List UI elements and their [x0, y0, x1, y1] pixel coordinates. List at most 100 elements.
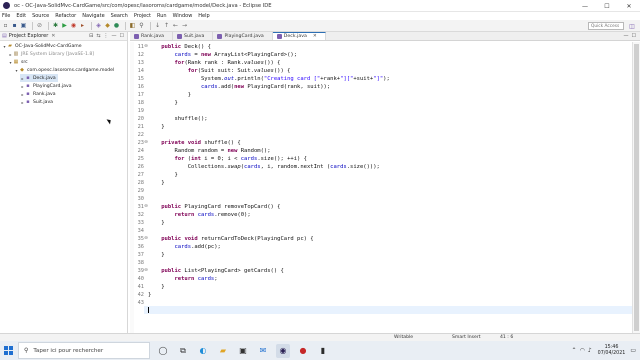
menu-window[interactable]: Window [173, 13, 193, 19]
code-line[interactable]: } [148, 219, 164, 227]
menu-edit[interactable]: Edit [16, 13, 26, 19]
tab-playingcard-java[interactable]: PlayingCard.java [213, 32, 273, 40]
save-all-icon[interactable]: ▣ [20, 22, 27, 29]
tab-deck-java[interactable]: Deck.java ✕ [272, 32, 326, 40]
scrollbar-thumb[interactable] [634, 44, 639, 331]
status-insert-mode[interactable]: Smart Insert [452, 335, 481, 340]
open-type-icon[interactable]: ◧ [129, 22, 136, 29]
project-explorer-title[interactable]: Project Explorer [9, 33, 49, 39]
mail-icon[interactable]: ✉ [256, 344, 270, 358]
code-line[interactable]: } [148, 283, 164, 291]
cortana-icon[interactable]: ◯ [156, 344, 170, 358]
code-area[interactable]: 11 ⊖ public Deck() {12 cards = new ArrayL… [130, 42, 632, 333]
taskbar-clock[interactable]: 15:46 07/04/2021 [598, 345, 626, 357]
code-line[interactable]: public void returnCardToDeck(PlayingCard… [148, 235, 313, 243]
skip-breakpoints-icon[interactable]: ⊘ [36, 22, 43, 29]
minimize-editor-icon[interactable]: — [624, 33, 629, 39]
notifications-icon[interactable]: ▭ [630, 347, 636, 354]
code-line[interactable]: cards.add(new PlayingCard(rank, suit)); [148, 83, 330, 91]
close-button[interactable]: ✕ [618, 0, 640, 12]
menu-run[interactable]: Run [157, 13, 167, 19]
code-line[interactable]: } [148, 251, 164, 259]
tree-item-playingcard-java[interactable]: ▸ ▪ PlayingCard.java [20, 82, 71, 90]
menu-source[interactable]: Source [32, 13, 49, 19]
task-view-icon[interactable]: ⧉ [176, 344, 190, 358]
coverage-icon[interactable]: ◉ [70, 22, 77, 29]
store-icon[interactable]: ▣ [236, 344, 250, 358]
menu-refactor[interactable]: Refactor [55, 13, 76, 19]
new-class-icon[interactable]: ● [113, 22, 120, 29]
quick-access-field[interactable]: Quick Access [588, 22, 624, 30]
code-line[interactable]: cards = new ArrayList<PlayingCard>(); [148, 51, 298, 59]
close-tab-icon[interactable]: ✕ [313, 34, 317, 39]
tree-item-project[interactable]: ▾ ▰ OC-Java-SolidMvc-CardGame [2, 42, 81, 50]
editor-scrollbar[interactable] [632, 42, 640, 333]
minimize-button[interactable]: — [574, 0, 596, 12]
code-line[interactable]: public PlayingCard removeTopCard() { [148, 203, 280, 211]
network-icon[interactable]: ◠ [580, 347, 585, 354]
view-menu-icon[interactable]: ⋮ [104, 33, 109, 39]
code-line[interactable]: for (int i = 0; i < cards.size(); ++i) { [148, 155, 307, 163]
taskbar-search-box[interactable]: ⚲ Taper ici pour rechercher [18, 342, 150, 359]
code-line[interactable]: return cards; [148, 275, 218, 283]
tree-item-rank-java[interactable]: ▸ ▪ Rank.java [20, 90, 55, 98]
collapse-all-icon[interactable]: ⊟ [89, 33, 93, 39]
code-line[interactable]: } [148, 291, 151, 299]
new-package-icon[interactable]: ◆ [104, 22, 111, 29]
run-icon[interactable]: ▶ [61, 22, 68, 29]
search-icon[interactable]: ⚲ [138, 22, 145, 29]
maximize-button[interactable]: ☐ [596, 0, 618, 12]
tree-item-deck-java[interactable]: ▸ ▪ Deck.java [20, 74, 58, 82]
menu-help[interactable]: Help [198, 13, 209, 19]
tree-item-suit-java[interactable]: ▸ ▪ Suit.java [20, 98, 53, 106]
code-line[interactable]: return cards.remove(0); [148, 211, 251, 219]
recording-app-icon[interactable]: ● [296, 344, 310, 358]
code-line[interactable]: shuffle(); [148, 115, 207, 123]
code-line[interactable]: public List<PlayingCard> getCards() { [148, 267, 284, 275]
code-line[interactable]: } [148, 123, 164, 131]
code-line[interactable]: System.out.println("Creating card ["+ran… [148, 75, 390, 83]
edge-browser-icon[interactable]: ◐ [196, 344, 210, 358]
code-line[interactable]: for(Suit suit: Suit.values()) { [148, 67, 291, 75]
tree-item-src[interactable]: ▾ ▦ src [8, 58, 27, 66]
terminal-icon[interactable]: ▮ [316, 344, 330, 358]
code-line[interactable]: Random random = new Random(); [148, 147, 270, 155]
debug-icon[interactable]: ✱ [52, 22, 59, 29]
tree-item-jre-library[interactable]: ▸ ▥ JRE System Library [JavaSE-1.8] [8, 50, 94, 58]
next-annotation-icon[interactable]: ↓ [154, 22, 161, 29]
code-line[interactable]: } [148, 171, 177, 179]
external-tools-icon[interactable]: ▸ [79, 22, 86, 29]
show-hidden-icons-icon[interactable]: ⌃ [572, 347, 577, 354]
menu-search[interactable]: Search [111, 13, 128, 19]
menu-navigate[interactable]: Navigate [82, 13, 104, 19]
code-line[interactable]: Collections.swap(cards, i, random.nextIn… [148, 163, 380, 171]
eclipse-taskbar-icon[interactable]: ◉ [276, 343, 290, 358]
code-line[interactable]: cards.add(pc); [148, 243, 221, 251]
link-with-editor-icon[interactable]: ⇆ [96, 33, 100, 39]
new-java-project-icon[interactable]: ◈ [95, 22, 102, 29]
new-icon[interactable]: ▫ [2, 22, 9, 29]
save-icon[interactable]: ▪ [11, 22, 18, 29]
forward-icon[interactable]: → [181, 22, 188, 29]
code-line[interactable]: for(Rank rank : Rank.values()) { [148, 59, 281, 67]
code-line[interactable]: } [148, 91, 191, 99]
code-line[interactable]: private void shuffle() { [148, 139, 241, 147]
minimize-view-icon[interactable]: — [112, 33, 117, 39]
back-icon[interactable]: ← [172, 22, 179, 29]
volume-icon[interactable]: ♪ [588, 347, 592, 354]
menu-file[interactable]: File [2, 13, 10, 19]
file-explorer-icon[interactable]: ▰ [216, 344, 230, 358]
code-line[interactable]: } [148, 99, 177, 107]
close-icon[interactable]: ✕ [51, 33, 55, 39]
java-perspective-icon[interactable]: ◫ [628, 22, 636, 30]
windows-start-button[interactable] [0, 341, 16, 360]
tab-suit-java[interactable]: Suit.java [173, 32, 214, 40]
tree-item-package[interactable]: ▾ ◆ com.opesc.lasoroms.cardgame.model [14, 66, 114, 74]
code-line[interactable]: } [148, 179, 164, 187]
previous-annotation-icon[interactable]: ↑ [163, 22, 170, 29]
maximize-editor-icon[interactable]: ☐ [632, 33, 636, 39]
code-line[interactable]: public Deck() { [148, 43, 211, 51]
maximize-view-icon[interactable]: ☐ [120, 33, 124, 39]
menu-project[interactable]: Project [134, 13, 151, 19]
tab-rank-java[interactable]: Rank.java [130, 32, 174, 40]
